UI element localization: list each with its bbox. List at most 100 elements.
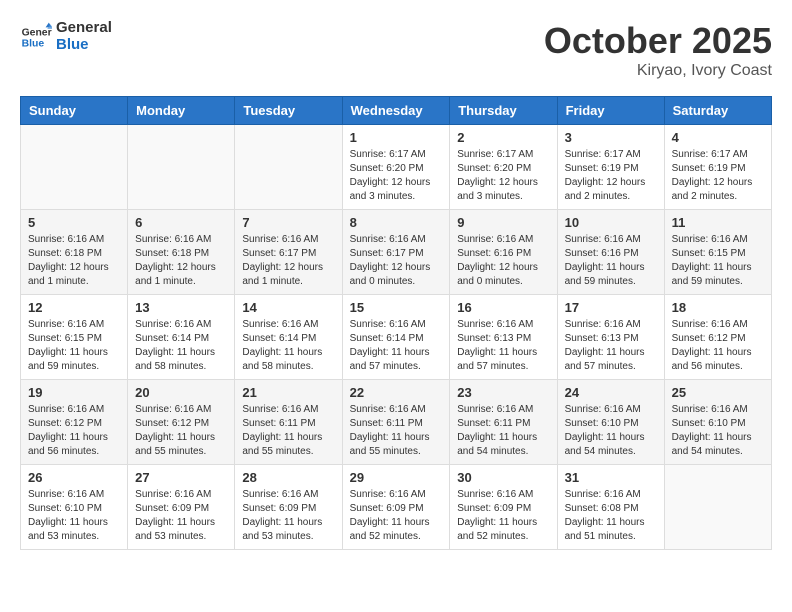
calendar-cell: 4 Sunrise: 6:17 AMSunset: 6:19 PMDaylight… xyxy=(664,125,771,210)
calendar-cell xyxy=(21,125,128,210)
day-number: 12 xyxy=(28,300,120,315)
calendar-cell: 14Sunrise: 6:16 AMSunset: 6:14 PMDayligh… xyxy=(235,295,342,380)
calendar-cell: 26 Sunrise: 6:16 AMSunset: 6:10 PMDayligh… xyxy=(21,465,128,550)
calendar-cell: 7Sunrise: 6:16 AMSunset: 6:17 PMDaylight… xyxy=(235,210,342,295)
weekday-header-row: SundayMondayTuesdayWednesdayThursdayFrid… xyxy=(21,97,772,125)
calendar-cell: 28 Sunrise: 6:16 AMSunset: 6:09 PMDayligh… xyxy=(235,465,342,550)
day-info: Sunrise: 6:16 AMSunset: 6:16 PMDaylight:… xyxy=(565,233,657,289)
day-info: Sunrise: 6:16 AMSunset: 6:10 PMDaylight:… xyxy=(28,488,120,544)
calendar-cell: 23 Sunrise: 6:16 AMSunset: 6:11 PMDayligh… xyxy=(450,380,557,465)
calendar-cell: 24 Sunrise: 6:16 AMSunset: 6:10 PMDayligh… xyxy=(557,380,664,465)
weekday-header-saturday: Saturday xyxy=(664,97,771,125)
calendar-cell: 21 Sunrise: 6:16 AMSunset: 6:11 PMDayligh… xyxy=(235,380,342,465)
title-block: October 2025 Kiryao, Ivory Coast xyxy=(544,20,772,80)
day-number: 30 xyxy=(457,470,549,485)
calendar-cell: 31Sunrise: 6:16 AMSunset: 6:08 PMDayligh… xyxy=(557,465,664,550)
calendar-week-row: 19Sunrise: 6:16 AMSunset: 6:12 PMDayligh… xyxy=(21,380,772,465)
day-info: Sunrise: 6:16 AMSunset: 6:15 PMDaylight:… xyxy=(672,233,764,289)
day-number: 24 xyxy=(565,385,657,400)
month-title: October 2025 xyxy=(544,20,772,62)
day-number: 9 xyxy=(457,215,549,230)
day-number: 31 xyxy=(565,470,657,485)
calendar-cell: 3 Sunrise: 6:17 AMSunset: 6:19 PMDaylight… xyxy=(557,125,664,210)
calendar-cell: 12 Sunrise: 6:16 AMSunset: 6:15 PMDayligh… xyxy=(21,295,128,380)
calendar-cell: 10 Sunrise: 6:16 AMSunset: 6:16 PMDayligh… xyxy=(557,210,664,295)
page-header: General Blue General Blue October 2025 K… xyxy=(20,20,772,80)
calendar-week-row: 12 Sunrise: 6:16 AMSunset: 6:15 PMDayligh… xyxy=(21,295,772,380)
calendar-cell: 27 Sunrise: 6:16 AMSunset: 6:09 PMDayligh… xyxy=(128,465,235,550)
day-number: 18 xyxy=(672,300,764,315)
day-info: Sunrise: 6:16 AMSunset: 6:11 PMDaylight:… xyxy=(350,403,443,459)
day-info: Sunrise: 6:16 AMSunset: 6:18 PMDaylight:… xyxy=(135,233,227,289)
calendar-cell: 22 Sunrise: 6:16 AMSunset: 6:11 PMDayligh… xyxy=(342,380,450,465)
day-info: Sunrise: 6:17 AMSunset: 6:19 PMDaylight:… xyxy=(672,148,764,204)
day-info: Sunrise: 6:16 AMSunset: 6:10 PMDaylight:… xyxy=(672,403,764,459)
day-number: 3 xyxy=(565,130,657,145)
calendar-cell: 6Sunrise: 6:16 AMSunset: 6:18 PMDaylight… xyxy=(128,210,235,295)
day-number: 4 xyxy=(672,130,764,145)
calendar-week-row: 5 Sunrise: 6:16 AMSunset: 6:18 PMDaylight… xyxy=(21,210,772,295)
day-info: Sunrise: 6:16 AMSunset: 6:14 PMDaylight:… xyxy=(135,318,227,374)
weekday-header-tuesday: Tuesday xyxy=(235,97,342,125)
weekday-header-thursday: Thursday xyxy=(450,97,557,125)
day-info: Sunrise: 6:16 AMSunset: 6:09 PMDaylight:… xyxy=(242,488,334,544)
day-info: Sunrise: 6:16 AMSunset: 6:10 PMDaylight:… xyxy=(565,403,657,459)
svg-text:Blue: Blue xyxy=(22,38,45,49)
day-info: Sunrise: 6:16 AMSunset: 6:17 PMDaylight:… xyxy=(242,233,334,289)
day-number: 23 xyxy=(457,385,549,400)
day-info: Sunrise: 6:16 AMSunset: 6:09 PMDaylight:… xyxy=(350,488,443,544)
calendar-week-row: 26 Sunrise: 6:16 AMSunset: 6:10 PMDayligh… xyxy=(21,465,772,550)
calendar-table: SundayMondayTuesdayWednesdayThursdayFrid… xyxy=(20,96,772,550)
location-label: Kiryao, Ivory Coast xyxy=(544,62,772,80)
day-info: Sunrise: 6:16 AMSunset: 6:12 PMDaylight:… xyxy=(672,318,764,374)
weekday-header-wednesday: Wednesday xyxy=(342,97,450,125)
day-info: Sunrise: 6:16 AMSunset: 6:14 PMDaylight:… xyxy=(350,318,443,374)
calendar-cell: 29Sunrise: 6:16 AMSunset: 6:09 PMDayligh… xyxy=(342,465,450,550)
day-number: 17 xyxy=(565,300,657,315)
day-number: 8 xyxy=(350,215,443,230)
calendar-cell xyxy=(128,125,235,210)
calendar-cell: 30 Sunrise: 6:16 AMSunset: 6:09 PMDayligh… xyxy=(450,465,557,550)
calendar-cell: 11 Sunrise: 6:16 AMSunset: 6:15 PMDayligh… xyxy=(664,210,771,295)
logo: General Blue General Blue xyxy=(20,20,112,53)
day-info: Sunrise: 6:16 AMSunset: 6:17 PMDaylight:… xyxy=(350,233,443,289)
calendar-cell xyxy=(235,125,342,210)
calendar-week-row: 1Sunrise: 6:17 AMSunset: 6:20 PMDaylight… xyxy=(21,125,772,210)
day-info: Sunrise: 6:16 AMSunset: 6:16 PMDaylight:… xyxy=(457,233,549,289)
calendar-cell xyxy=(664,465,771,550)
calendar-cell: 20Sunrise: 6:16 AMSunset: 6:12 PMDayligh… xyxy=(128,380,235,465)
day-number: 16 xyxy=(457,300,549,315)
day-info: Sunrise: 6:16 AMSunset: 6:09 PMDaylight:… xyxy=(135,488,227,544)
day-info: Sunrise: 6:16 AMSunset: 6:13 PMDaylight:… xyxy=(457,318,549,374)
logo-icon: General Blue xyxy=(20,21,52,53)
day-info: Sunrise: 6:17 AMSunset: 6:19 PMDaylight:… xyxy=(565,148,657,204)
day-number: 11 xyxy=(672,215,764,230)
calendar-cell: 2Sunrise: 6:17 AMSunset: 6:20 PMDaylight… xyxy=(450,125,557,210)
calendar-cell: 5 Sunrise: 6:16 AMSunset: 6:18 PMDaylight… xyxy=(21,210,128,295)
logo-text-line2: Blue xyxy=(56,37,112,54)
weekday-header-monday: Monday xyxy=(128,97,235,125)
day-info: Sunrise: 6:16 AMSunset: 6:18 PMDaylight:… xyxy=(28,233,120,289)
day-number: 21 xyxy=(242,385,334,400)
weekday-header-friday: Friday xyxy=(557,97,664,125)
day-number: 22 xyxy=(350,385,443,400)
day-info: Sunrise: 6:16 AMSunset: 6:09 PMDaylight:… xyxy=(457,488,549,544)
day-number: 10 xyxy=(565,215,657,230)
calendar-cell: 17Sunrise: 6:16 AMSunset: 6:13 PMDayligh… xyxy=(557,295,664,380)
day-number: 13 xyxy=(135,300,227,315)
day-number: 20 xyxy=(135,385,227,400)
day-number: 5 xyxy=(28,215,120,230)
logo-text-line1: General xyxy=(56,20,112,37)
day-number: 27 xyxy=(135,470,227,485)
day-info: Sunrise: 6:16 AMSunset: 6:12 PMDaylight:… xyxy=(28,403,120,459)
calendar-cell: 9 Sunrise: 6:16 AMSunset: 6:16 PMDaylight… xyxy=(450,210,557,295)
day-info: Sunrise: 6:16 AMSunset: 6:11 PMDaylight:… xyxy=(457,403,549,459)
calendar-cell: 13 Sunrise: 6:16 AMSunset: 6:14 PMDayligh… xyxy=(128,295,235,380)
day-number: 26 xyxy=(28,470,120,485)
day-info: Sunrise: 6:16 AMSunset: 6:11 PMDaylight:… xyxy=(242,403,334,459)
day-number: 15 xyxy=(350,300,443,315)
day-number: 2 xyxy=(457,130,549,145)
day-number: 28 xyxy=(242,470,334,485)
day-info: Sunrise: 6:16 AMSunset: 6:15 PMDaylight:… xyxy=(28,318,120,374)
day-number: 25 xyxy=(672,385,764,400)
